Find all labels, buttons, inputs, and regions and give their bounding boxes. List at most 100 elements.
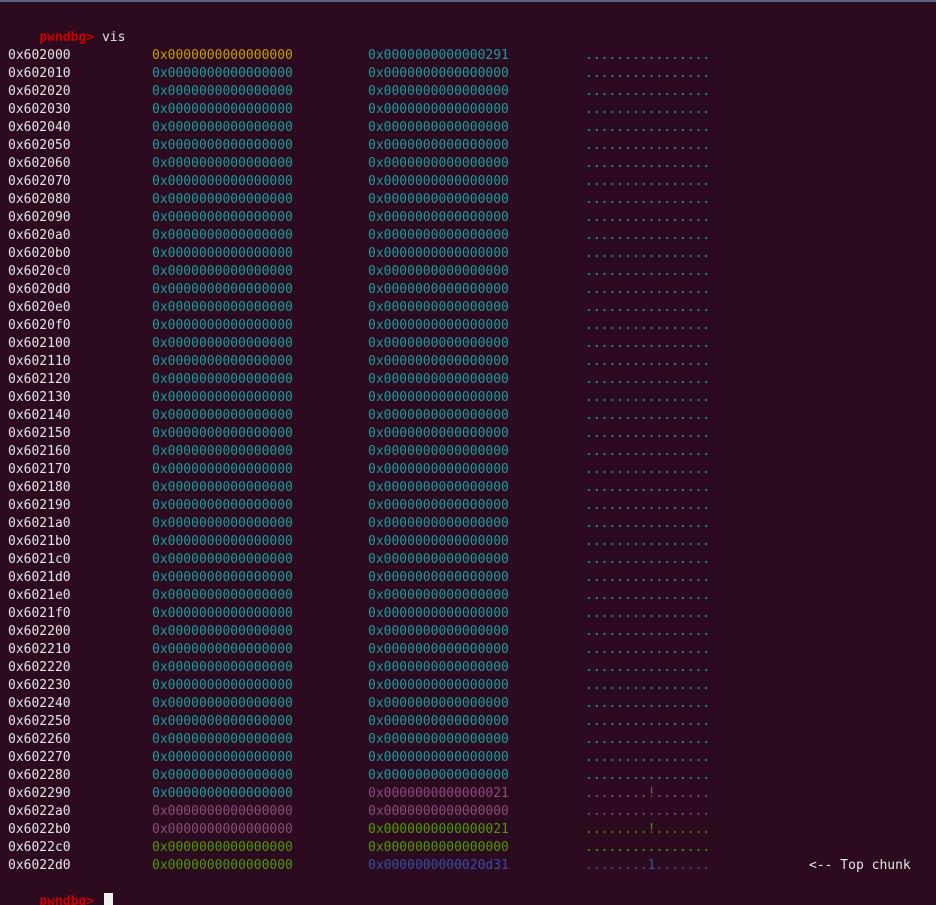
heap-ascii: ................	[585, 426, 711, 441]
heap-word-1: 0x0000000000000000	[152, 552, 293, 567]
heap-ascii: ................	[585, 588, 711, 603]
heap-word-2: 0x0000000000000000	[368, 804, 509, 819]
heap-word-2: 0x0000000000000000	[368, 156, 509, 171]
heap-row: 0x602110 0x0000000000000000 0x000000000000…	[0, 353, 936, 371]
final-prompt-label: pwndbg>	[39, 894, 95, 905]
heap-row: 0x6021a0 0x0000000000000000 0x000000000000…	[0, 515, 936, 533]
heap-word-2: 0x0000000000000000	[368, 444, 509, 459]
heap-ascii: ................	[585, 336, 711, 351]
heap-ascii: ................	[585, 516, 711, 531]
heap-ascii: ................	[585, 66, 711, 81]
heap-word-1: 0x0000000000000000	[152, 462, 293, 477]
heap-word-2: 0x0000000000000000	[368, 516, 509, 531]
command-text: vis	[101, 30, 126, 45]
heap-row: 0x602270 0x0000000000000000 0x000000000000…	[0, 749, 936, 767]
heap-word-2: 0x0000000000000000	[368, 174, 509, 189]
heap-ascii: ................	[585, 732, 711, 747]
heap-word-1: 0x0000000000000000	[152, 534, 293, 549]
heap-word-1: 0x0000000000000000	[152, 858, 293, 873]
heap-row: 0x602010 0x0000000000000000 0x000000000000…	[0, 65, 936, 83]
heap-word-1: 0x0000000000000000	[152, 66, 293, 81]
heap-ascii: ................	[585, 768, 711, 783]
heap-ascii: ................	[585, 660, 711, 675]
heap-row: 0x6022c0 0x0000000000000000 0x000000000000…	[0, 839, 936, 857]
heap-row: 0x602080 0x0000000000000000 0x000000000000…	[0, 191, 936, 209]
heap-address: 0x602090	[8, 210, 71, 225]
text-cursor[interactable]	[103, 893, 113, 905]
heap-word-1: 0x0000000000000000	[152, 138, 293, 153]
heap-row: 0x6020f0 0x0000000000000000 0x000000000000…	[0, 317, 936, 335]
heap-row: 0x602000 0x0000000000000000 0x000000000000…	[0, 47, 936, 65]
heap-word-1: 0x0000000000000000	[152, 246, 293, 261]
heap-row: 0x602280 0x0000000000000000 0x000000000000…	[0, 767, 936, 785]
heap-word-2: 0x0000000000000000	[368, 228, 509, 243]
heap-word-1: 0x0000000000000000	[152, 48, 293, 63]
heap-address: 0x6021f0	[8, 606, 71, 621]
heap-address: 0x602230	[8, 678, 71, 693]
heap-word-1: 0x0000000000000000	[152, 228, 293, 243]
heap-ascii: ................	[585, 534, 711, 549]
final-prompt-line[interactable]: pwndbg>	[8, 875, 113, 905]
heap-row: 0x602250 0x0000000000000000 0x000000000000…	[0, 713, 936, 731]
heap-ascii: ................	[585, 48, 711, 63]
heap-address: 0x602150	[8, 426, 71, 441]
heap-ascii: ................	[585, 642, 711, 657]
heap-row: 0x6020c0 0x0000000000000000 0x000000000000…	[0, 263, 936, 281]
heap-address: 0x602290	[8, 786, 71, 801]
heap-word-2: 0x0000000000000000	[368, 732, 509, 747]
heap-ascii: ................	[585, 156, 711, 171]
heap-address: 0x602250	[8, 714, 71, 729]
heap-word-2: 0x0000000000000000	[368, 642, 509, 657]
prompt-label: pwndbg>	[39, 30, 95, 45]
heap-word-2: 0x0000000000000000	[368, 300, 509, 315]
heap-word-2: 0x0000000000000000	[368, 696, 509, 711]
heap-address: 0x6020c0	[8, 264, 71, 279]
heap-row: 0x602180 0x0000000000000000 0x000000000000…	[0, 479, 936, 497]
heap-word-1: 0x0000000000000000	[152, 354, 293, 369]
heap-address: 0x6022b0	[8, 822, 71, 837]
heap-row: 0x6021c0 0x0000000000000000 0x000000000000…	[0, 551, 936, 569]
heap-word-1: 0x0000000000000000	[152, 318, 293, 333]
heap-row: 0x602050 0x0000000000000000 0x000000000000…	[0, 137, 936, 155]
heap-ascii: ................	[585, 606, 711, 621]
heap-word-2: 0x0000000000000000	[368, 624, 509, 639]
heap-address: 0x6021c0	[8, 552, 71, 567]
heap-word-2: 0x0000000000000000	[368, 354, 509, 369]
heap-ascii: ................	[585, 246, 711, 261]
heap-row: 0x6020a0 0x0000000000000000 0x000000000000…	[0, 227, 936, 245]
heap-word-2: 0x0000000000000000	[368, 372, 509, 387]
heap-address: 0x602070	[8, 174, 71, 189]
heap-row: 0x602090 0x0000000000000000 0x000000000000…	[0, 209, 936, 227]
heap-ascii: ................	[585, 750, 711, 765]
heap-word-1: 0x0000000000000000	[152, 750, 293, 765]
heap-ascii: ................	[585, 192, 711, 207]
heap-row: 0x602210 0x0000000000000000 0x000000000000…	[0, 641, 936, 659]
heap-word-1: 0x0000000000000000	[152, 444, 293, 459]
terminal-window[interactable]: pwndbg> vis 0x602000 0x0000000000000000 0x…	[0, 0, 936, 905]
heap-word-2: 0x0000000000000021	[368, 786, 509, 801]
heap-word-2: 0x0000000000000000	[368, 192, 509, 207]
heap-address: 0x6020a0	[8, 228, 71, 243]
heap-word-1: 0x0000000000000000	[152, 678, 293, 693]
heap-address: 0x6021a0	[8, 516, 71, 531]
heap-ascii: ................	[585, 120, 711, 135]
heap-ascii: ................	[585, 264, 711, 279]
heap-word-2: 0x0000000000000000	[368, 66, 509, 81]
heap-word-1: 0x0000000000000000	[152, 768, 293, 783]
heap-word-2: 0x0000000000000000	[368, 138, 509, 153]
heap-word-1: 0x0000000000000000	[152, 822, 293, 837]
heap-ascii: ................	[585, 102, 711, 117]
heap-address: 0x602220	[8, 660, 71, 675]
heap-row: 0x602070 0x0000000000000000 0x000000000000…	[0, 173, 936, 191]
heap-address: 0x602050	[8, 138, 71, 153]
heap-row: 0x602230 0x0000000000000000 0x000000000000…	[0, 677, 936, 695]
heap-ascii: ................	[585, 300, 711, 315]
heap-row: 0x602020 0x0000000000000000 0x000000000000…	[0, 83, 936, 101]
heap-address: 0x602020	[8, 84, 71, 99]
heap-word-1: 0x0000000000000000	[152, 102, 293, 117]
heap-address: 0x602100	[8, 336, 71, 351]
heap-row: 0x602200 0x0000000000000000 0x000000000000…	[0, 623, 936, 641]
heap-word-1: 0x0000000000000000	[152, 372, 293, 387]
heap-word-2: 0x0000000000000000	[368, 462, 509, 477]
heap-word-2: 0x0000000000000000	[368, 678, 509, 693]
